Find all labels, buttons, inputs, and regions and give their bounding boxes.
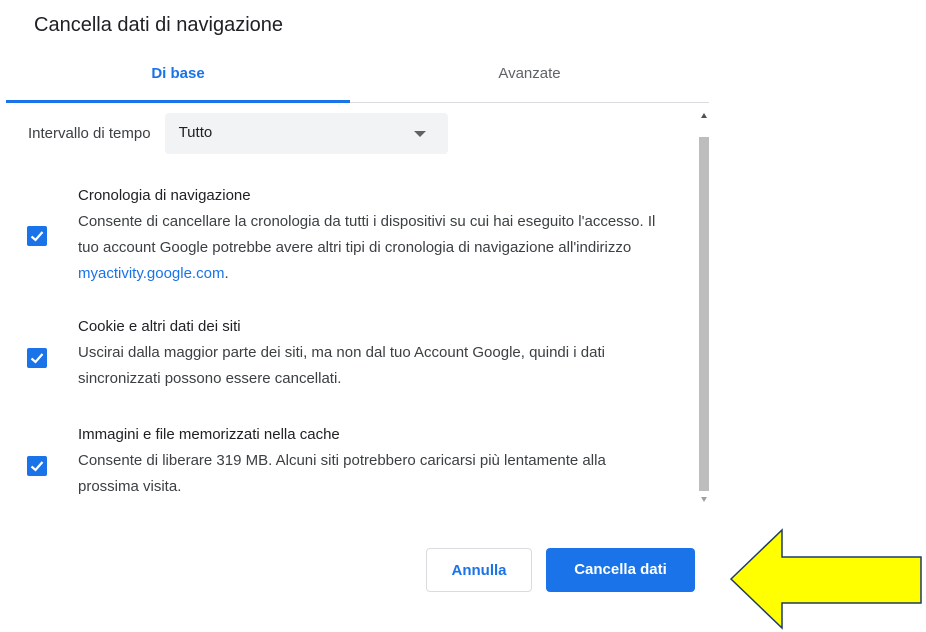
content-scrollbar[interactable] (697, 103, 712, 513)
tab-basic-label: Di base (151, 65, 205, 82)
option-browsing-history-text: Cronologia di navigazione Consente di ca… (78, 183, 658, 287)
clear-data-button[interactable]: Cancella dati (546, 548, 695, 592)
scrollbar-thumb[interactable] (699, 137, 709, 491)
time-range-select[interactable]: Tutto (164, 112, 448, 154)
option-cache-text: Immagini e file memorizzati nella cache … (78, 422, 658, 500)
option-title: Cookie e altri dati dei siti (78, 318, 241, 335)
dialog-title: Cancella dati di navigazione (34, 14, 284, 36)
check-icon (30, 353, 44, 364)
option-title: Immagini e file memorizzati nella cache (78, 426, 340, 443)
check-icon (30, 231, 44, 242)
tab-basic[interactable]: Di base (6, 58, 350, 103)
tab-bar: Di base Avanzate (6, 58, 709, 103)
option-description-text: Consente di cancellare la cronologia da … (78, 213, 656, 256)
dialog-content: Intervallo di tempo Tutto Cronologia di … (0, 103, 700, 513)
option-description: Consente di cancellare la cronologia da … (78, 209, 658, 287)
scroll-up-arrow-icon[interactable] (701, 113, 707, 118)
caret-down-icon (413, 130, 426, 137)
tab-advanced-label: Avanzate (498, 65, 561, 82)
myactivity-link[interactable]: myactivity.google.com (78, 265, 224, 282)
clear-browsing-data-dialog: Cancella dati di navigazione Di base Ava… (0, 0, 926, 632)
option-description-end: . (224, 265, 229, 282)
tab-advanced[interactable]: Avanzate (350, 58, 709, 102)
checkbox-cookies[interactable] (27, 348, 47, 368)
option-description: Uscirai dalla maggior parte dei siti, ma… (78, 344, 605, 387)
check-icon (30, 461, 44, 472)
checkbox-browsing-history[interactable] (27, 226, 47, 246)
option-description: Consente di liberare 319 MB. Alcuni siti… (78, 452, 606, 495)
option-cookies-text: Cookie e altri dati dei siti Uscirai dal… (78, 314, 658, 392)
time-range-row: Intervallo di tempo Tutto (28, 112, 448, 154)
option-title: Cronologia di navigazione (78, 187, 251, 204)
cancel-button[interactable]: Annulla (426, 548, 532, 592)
checkbox-cache[interactable] (27, 456, 47, 476)
scroll-down-arrow-icon[interactable] (701, 497, 707, 502)
time-range-value: Tutto (178, 123, 213, 141)
time-range-label: Intervallo di tempo (28, 124, 151, 142)
left-arrow-icon (729, 528, 922, 630)
